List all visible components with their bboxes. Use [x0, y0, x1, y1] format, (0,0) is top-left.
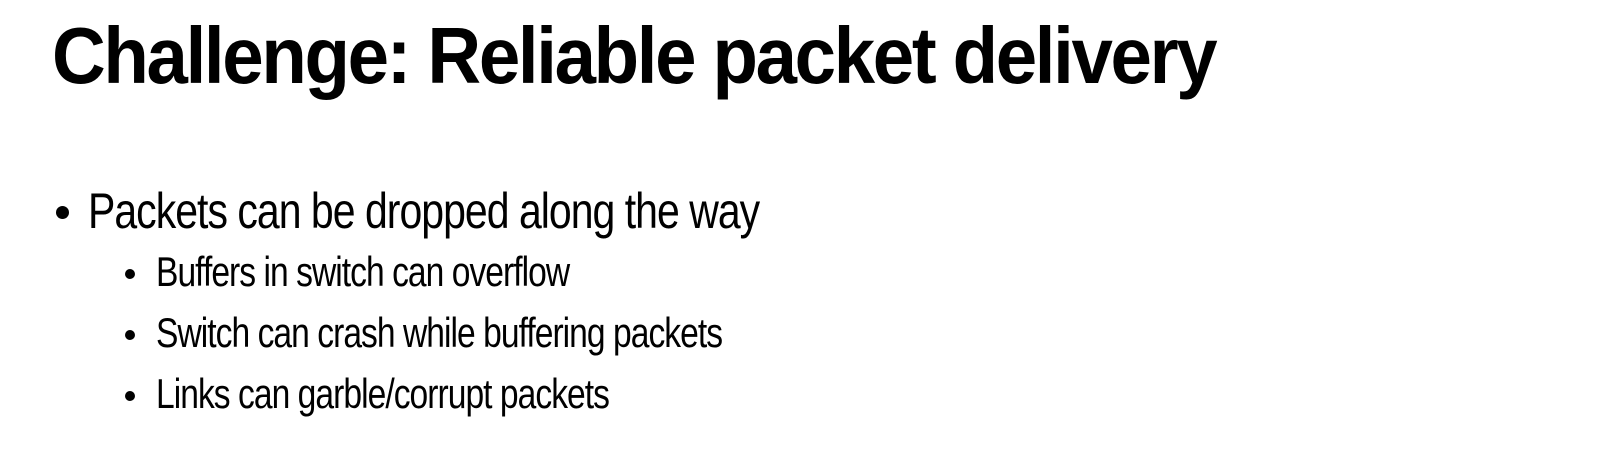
sub-bullet-dot-icon — [125, 269, 135, 279]
sub-bullet-text: Links can garble/corrupt packets — [156, 370, 610, 417]
sub-bullet-text: Buffers in switch can overflow — [156, 248, 570, 295]
bullet-text: Packets can be dropped along the way — [88, 183, 760, 239]
sub-bullet-dot-icon — [125, 391, 135, 401]
bullet-dot-icon — [56, 206, 69, 219]
sub-bullet-dot-icon — [125, 330, 135, 340]
slide: Challenge: Reliable packet delivery Pack… — [0, 0, 1602, 472]
sub-bullet-text: Switch can crash while buffering packets — [156, 309, 723, 356]
slide-title: Challenge: Reliable packet delivery — [52, 11, 1218, 100]
